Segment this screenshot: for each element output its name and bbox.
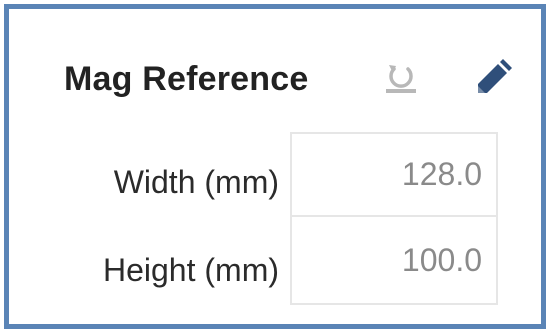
width-input[interactable]	[292, 134, 496, 215]
reset-button[interactable]	[379, 53, 423, 101]
width-label: Width (mm)	[113, 164, 279, 200]
height-input[interactable]	[292, 217, 496, 303]
mag-reference-panel: Mag Reference Width (mm) Height (mm)	[4, 4, 546, 329]
reset-icon	[386, 65, 416, 93]
pencil-icon	[478, 59, 512, 93]
height-label: Height (mm)	[102, 252, 279, 288]
edit-button[interactable]	[471, 51, 519, 101]
panel-title: Mag Reference	[64, 59, 309, 98]
width-field-box	[290, 132, 498, 217]
height-field-box	[290, 217, 498, 305]
panel-header: Mag Reference	[64, 49, 308, 109]
